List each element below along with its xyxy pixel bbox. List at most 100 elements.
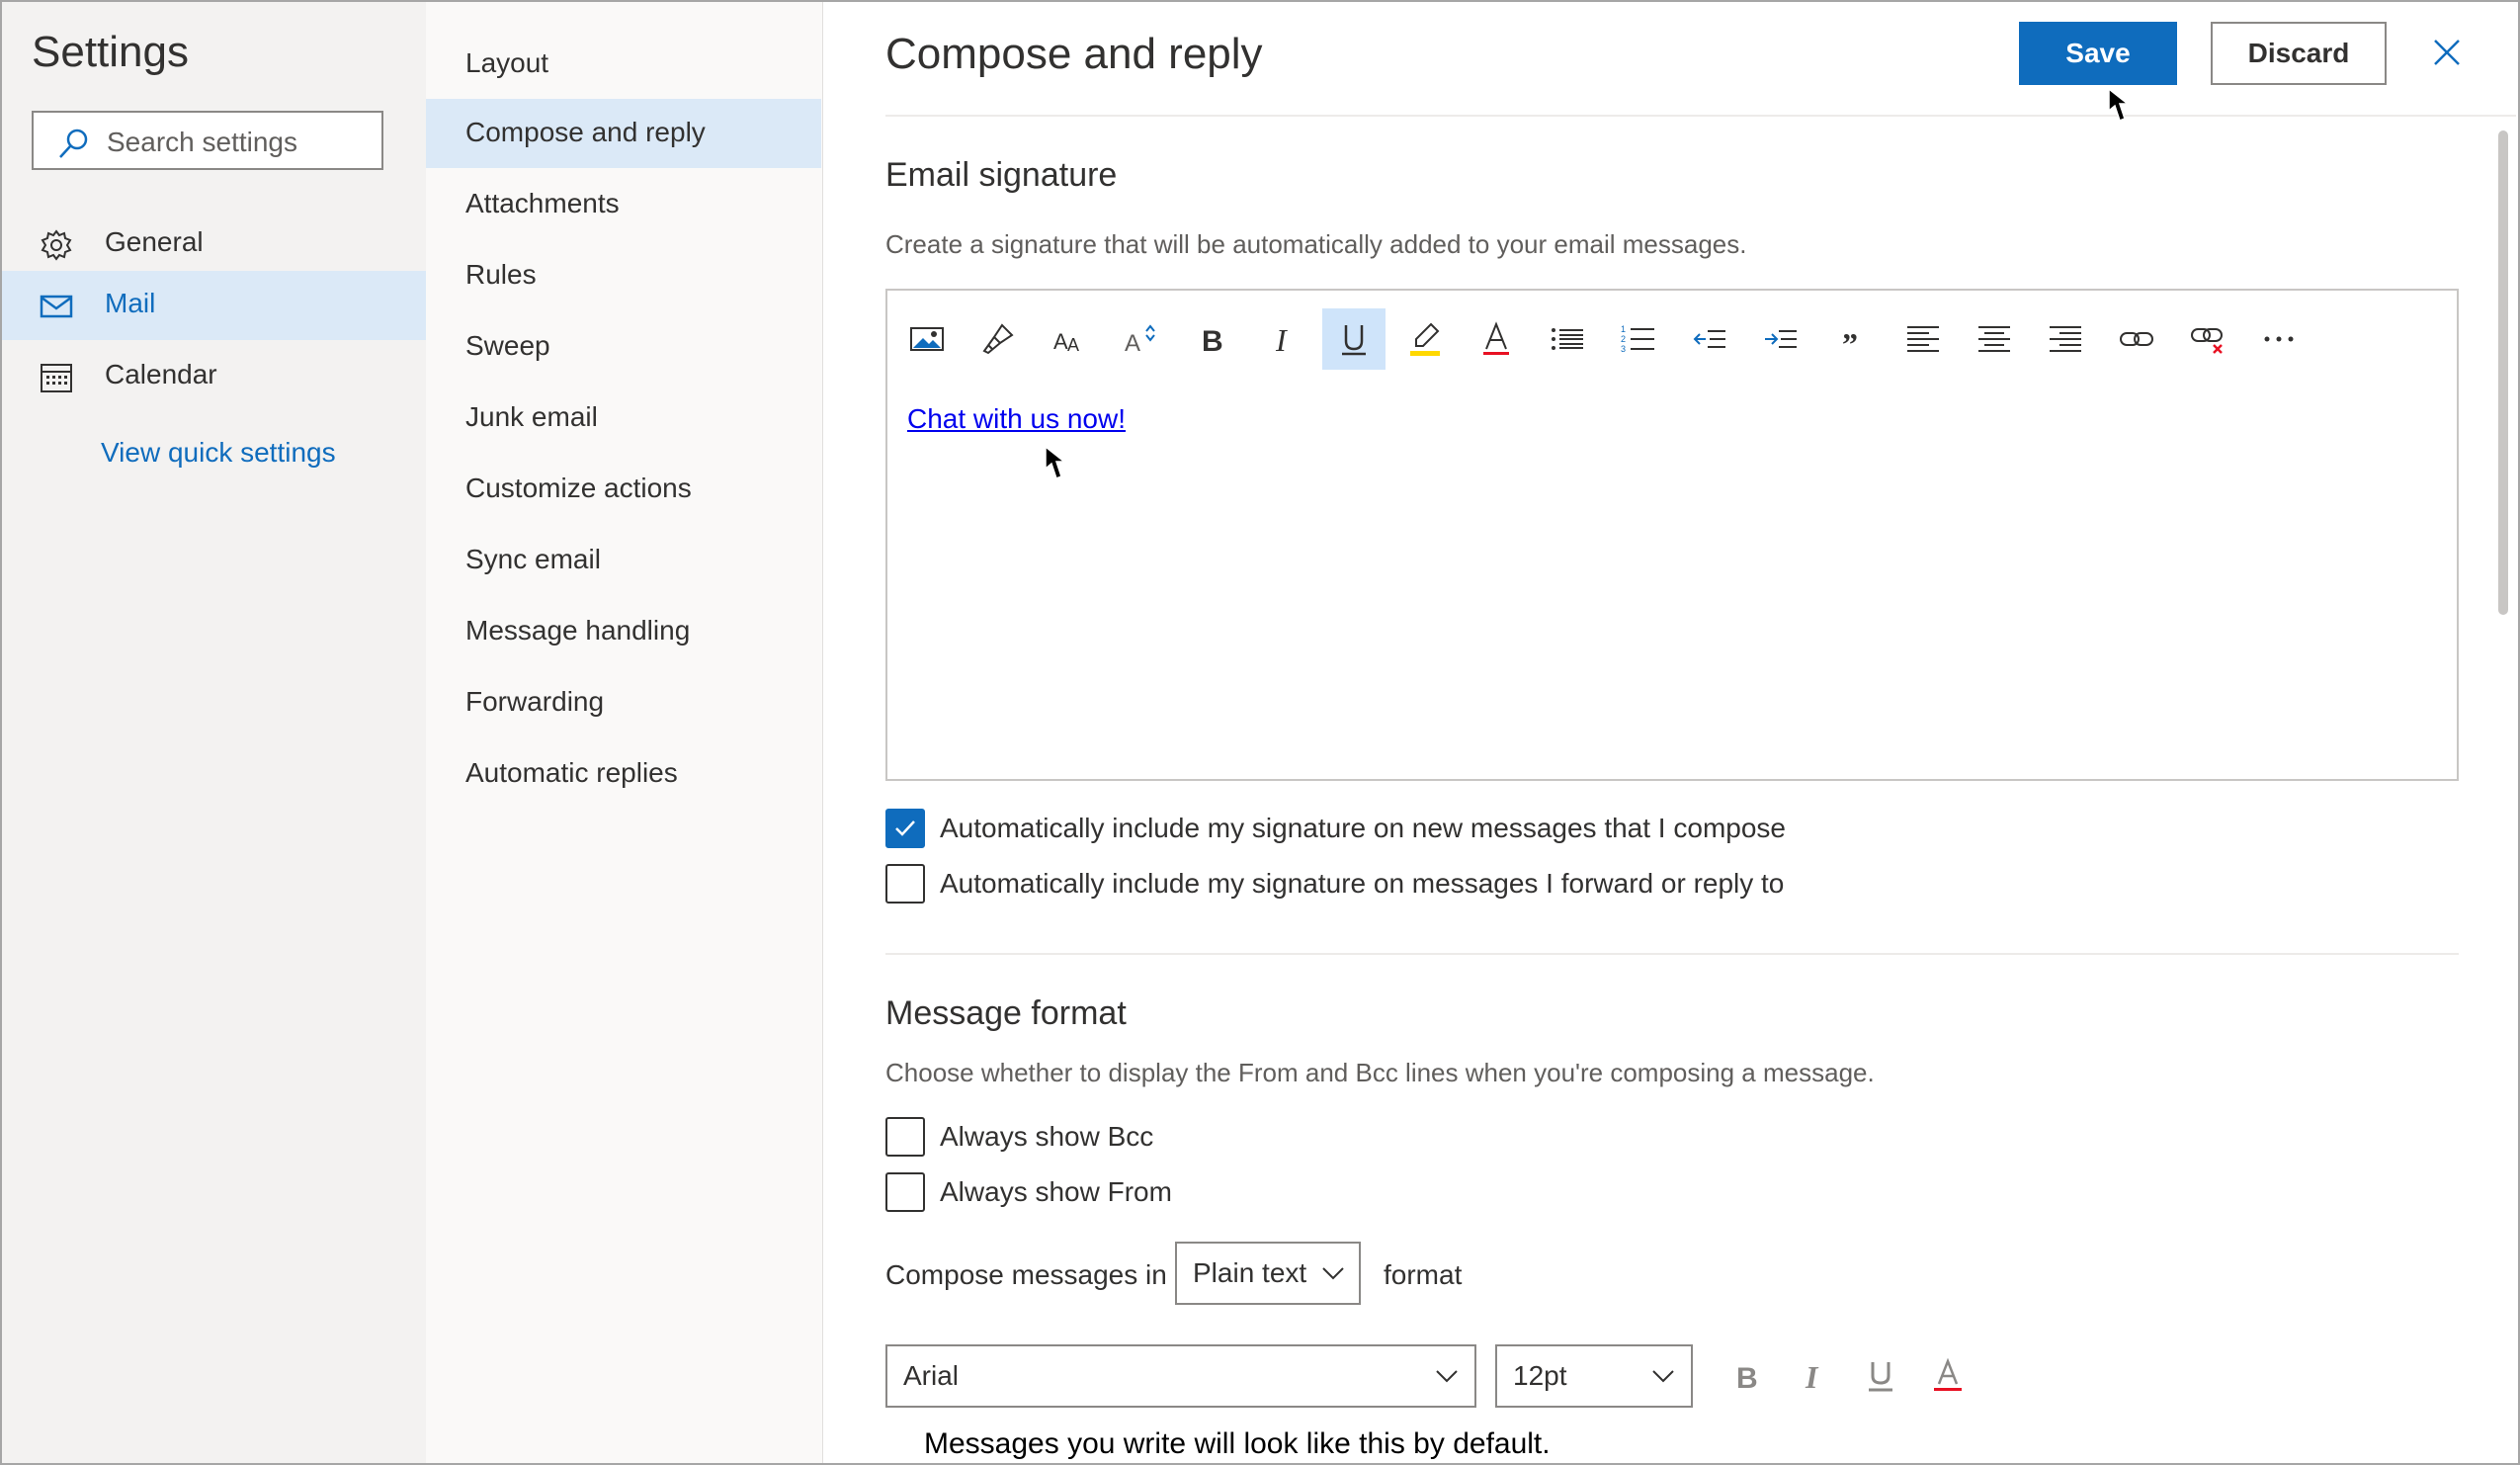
svg-text:3: 3 [1621, 344, 1626, 354]
gear-icon [41, 229, 72, 261]
subnav-item-label: Sweep [465, 330, 550, 361]
underline-button[interactable] [1322, 308, 1386, 370]
sidebar-item-label: Calendar [105, 359, 217, 389]
subnav-item-message-handling[interactable]: Message handling [426, 597, 821, 666]
page-title: Compose and reply [885, 30, 1263, 78]
view-quick-settings-link[interactable]: View quick settings [101, 437, 336, 469]
bold-icon: B [1736, 1362, 1758, 1395]
subnav-item-label: Rules [465, 259, 537, 290]
decrease-indent-button[interactable] [1678, 308, 1741, 370]
auto-signature-new-checkbox[interactable] [885, 809, 925, 848]
auto-signature-reply-checkbox[interactable] [885, 864, 925, 904]
quote-icon: ” [1842, 326, 1858, 357]
subnav-item-junk-email[interactable]: Junk email [426, 384, 821, 453]
insert-picture-button[interactable] [895, 308, 959, 370]
font-color-icon [1483, 321, 1509, 355]
font-color-icon [1934, 1357, 1962, 1391]
always-show-from-checkbox[interactable] [885, 1172, 925, 1212]
calendar-icon [41, 364, 72, 392]
message-format-description: Choose whether to display the From and B… [885, 1058, 1875, 1087]
auto-signature-reply-label: Automatically include my signature on me… [940, 868, 1785, 899]
svg-text:B: B [1736, 1362, 1758, 1395]
default-italic-button[interactable]: I [1794, 1356, 1837, 1400]
subnav-item-attachments[interactable]: Attachments [426, 170, 821, 239]
font-size-dropdown[interactable]: 12pt [1495, 1344, 1693, 1408]
sidebar-item-label: Mail [105, 288, 156, 318]
increase-indent-button[interactable] [1749, 308, 1812, 370]
sidebar-item-mail[interactable]: Mail [2, 271, 426, 340]
signature-description: Create a signature that will be automati… [885, 229, 1747, 259]
subnav-item-forwarding[interactable]: Forwarding [426, 668, 821, 737]
font-family-dropdown[interactable]: Arial [885, 1344, 1476, 1408]
subnav-item-label: Attachments [465, 188, 620, 218]
section-divider [885, 953, 2459, 955]
close-icon[interactable] [2432, 38, 2462, 67]
align-center-button[interactable] [1963, 308, 2026, 370]
subnav-item-rules[interactable]: Rules [426, 241, 821, 310]
font-icon: AA [1053, 329, 1079, 355]
settings-sidebar: Settings Search settings General Mail Ca… [2, 2, 426, 1463]
numbering-icon: 123 [1621, 324, 1654, 354]
chevron-down-icon [1322, 1267, 1344, 1280]
subnav-item-compose-and-reply[interactable]: Compose and reply [426, 99, 821, 168]
compose-format-suffix: format [1384, 1259, 1463, 1290]
font-size-button[interactable]: A [1109, 308, 1172, 370]
signature-heading: Email signature [885, 156, 1118, 194]
format-painter-button[interactable] [966, 308, 1030, 370]
font-button[interactable]: AA [1038, 308, 1101, 370]
default-underline-button[interactable] [1861, 1356, 1904, 1400]
insert-link-button[interactable] [2105, 308, 2168, 370]
search-icon [59, 129, 88, 158]
bold-button[interactable]: B [1180, 308, 1243, 370]
italic-icon: I [1275, 322, 1288, 357]
default-font-color-button[interactable] [1928, 1356, 1972, 1400]
header-divider [885, 115, 2516, 117]
numbering-button[interactable]: 123 [1607, 308, 1670, 370]
sidebar-item-general[interactable]: General [2, 210, 426, 279]
signature-editor[interactable]: AA A B I 123 ” Chat with us now! [885, 289, 2459, 781]
scrollbar[interactable] [2498, 130, 2508, 615]
compose-format-dropdown[interactable]: Plain text [1175, 1242, 1361, 1305]
font-size-value: 12pt [1513, 1360, 1567, 1391]
subnav-item-customize-actions[interactable]: Customize actions [426, 455, 821, 524]
align-center-icon [1978, 326, 2010, 352]
align-right-button[interactable] [2034, 308, 2097, 370]
subnav-item-label: Layout [465, 47, 549, 78]
font-size-icon: A [1125, 324, 1155, 357]
bullets-icon [1552, 328, 1583, 350]
mail-settings-nav: Layout Compose and reply Attachments Rul… [426, 2, 823, 1463]
signature-link[interactable]: Chat with us now! [907, 403, 1126, 435]
format-preview-text: Messages you write will look like this b… [924, 1427, 1551, 1460]
chevron-down-icon [1436, 1370, 1458, 1383]
align-left-button[interactable] [1891, 308, 1955, 370]
font-color-button[interactable] [1465, 308, 1528, 370]
subnav-item-layout[interactable]: Layout [426, 30, 821, 99]
svg-text:B: B [1202, 325, 1223, 357]
default-bold-button[interactable]: B [1726, 1356, 1770, 1400]
bullets-button[interactable] [1536, 308, 1599, 370]
search-placeholder: Search settings [107, 127, 297, 157]
subnav-item-sweep[interactable]: Sweep [426, 312, 821, 382]
highlight-button[interactable] [1393, 308, 1457, 370]
italic-button[interactable]: I [1251, 308, 1314, 370]
sidebar-item-calendar[interactable]: Calendar [2, 342, 426, 411]
align-left-icon [1907, 326, 1939, 352]
subnav-item-automatic-replies[interactable]: Automatic replies [426, 739, 821, 809]
always-show-bcc-label: Always show Bcc [940, 1121, 1154, 1152]
discard-button[interactable]: Discard [2211, 22, 2387, 85]
underline-icon [1342, 325, 1366, 356]
subnav-item-label: Junk email [465, 401, 598, 432]
search-input[interactable]: Search settings [32, 111, 383, 170]
quote-button[interactable]: ” [1820, 308, 1884, 370]
underline-icon [1869, 1362, 1892, 1392]
font-family-value: Arial [903, 1360, 960, 1391]
insert-picture-icon [910, 327, 944, 351]
more-options-button[interactable] [2247, 308, 2310, 370]
svg-text:I: I [1805, 1359, 1819, 1395]
save-button[interactable]: Save [2019, 22, 2177, 85]
always-show-bcc-checkbox[interactable] [885, 1117, 925, 1157]
subnav-item-sync-email[interactable]: Sync email [426, 526, 821, 595]
more-options-icon [2264, 336, 2294, 342]
subnav-item-label: Compose and reply [465, 117, 706, 147]
remove-link-button[interactable] [2176, 308, 2239, 370]
